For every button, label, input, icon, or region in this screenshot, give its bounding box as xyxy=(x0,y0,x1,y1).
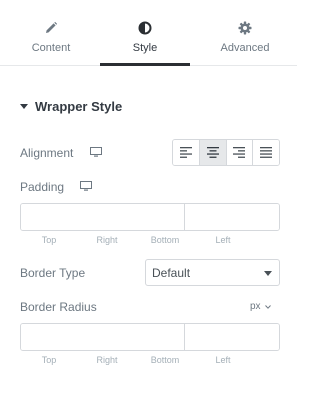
padding-top-label: Top xyxy=(41,235,57,245)
section-title: Wrapper Style xyxy=(35,98,123,114)
radius-top-input[interactable] xyxy=(21,324,185,350)
border-type-label: Border Type xyxy=(20,266,86,280)
radius-sublabels: Top Right Bottom Left xyxy=(20,355,252,365)
radius-right-input[interactable] xyxy=(185,324,279,350)
border-type-select[interactable]: Default xyxy=(145,259,280,286)
dropdown-arrow-icon xyxy=(264,271,272,276)
padding-control xyxy=(20,203,280,231)
half-circle-icon xyxy=(100,20,190,36)
alignment-label: Alignment xyxy=(20,146,74,160)
panel-tabs: Content Style Advanced xyxy=(0,0,297,66)
radius-left-label: Left xyxy=(215,355,231,365)
padding-right-input[interactable] xyxy=(185,204,279,230)
tab-content-label: Content xyxy=(31,42,71,54)
tab-advanced[interactable]: Advanced xyxy=(200,0,290,66)
align-left-button[interactable] xyxy=(173,140,200,165)
pencil-icon xyxy=(6,20,96,36)
tab-content[interactable]: Content xyxy=(6,0,96,66)
align-right-icon xyxy=(233,147,246,158)
align-center-button[interactable] xyxy=(199,140,227,165)
gear-icon xyxy=(200,20,290,36)
unit-value: px xyxy=(250,301,261,312)
padding-left-label: Left xyxy=(215,235,231,245)
tab-style[interactable]: Style xyxy=(100,0,190,66)
align-justify-icon xyxy=(260,147,273,158)
padding-label: Padding xyxy=(20,180,65,194)
padding-top-input[interactable] xyxy=(21,204,185,230)
caret-down-icon xyxy=(20,103,28,109)
tab-advanced-label: Advanced xyxy=(220,42,270,54)
align-right-button[interactable] xyxy=(226,140,254,165)
radius-bottom-label: Bottom xyxy=(150,355,180,365)
responsive-desktop-icon[interactable] xyxy=(90,147,102,157)
padding-bottom-label: Bottom xyxy=(150,235,180,245)
border-type-value: Default xyxy=(152,265,191,280)
radius-right-label: Right xyxy=(96,355,118,365)
align-center-icon xyxy=(206,147,219,158)
align-left-icon xyxy=(179,147,192,158)
tab-style-label: Style xyxy=(132,42,158,54)
padding-right-label: Right xyxy=(96,235,118,245)
border-radius-label: Border Radius xyxy=(20,300,97,314)
align-justify-button[interactable] xyxy=(253,140,279,165)
padding-sublabels: Top Right Bottom Left xyxy=(20,235,252,245)
section-toggle-wrapper-style[interactable]: Wrapper Style xyxy=(20,96,122,116)
responsive-desktop-icon[interactable] xyxy=(80,181,92,191)
radius-top-label: Top xyxy=(41,355,57,365)
unit-switcher[interactable]: px xyxy=(250,301,271,312)
border-radius-control xyxy=(20,323,280,351)
alignment-control xyxy=(172,139,280,166)
chevron-down-icon xyxy=(264,304,271,309)
